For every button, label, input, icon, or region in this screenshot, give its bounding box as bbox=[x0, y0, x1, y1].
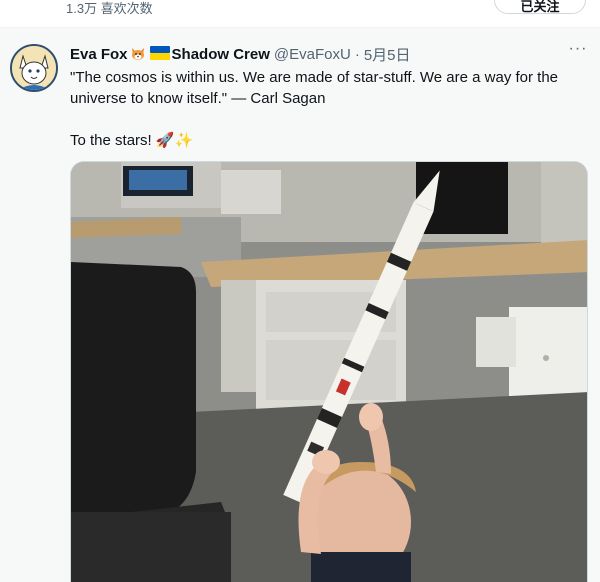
photo-child-holding-rocket-model bbox=[71, 162, 587, 582]
following-button[interactable]: 已关注 bbox=[494, 0, 586, 14]
tweet-photo[interactable] bbox=[70, 161, 588, 582]
more-options-icon[interactable]: ··· bbox=[568, 41, 588, 62]
previous-item-strip: 1.3万 喜欢次数 已关注 bbox=[0, 0, 600, 22]
tweet-quote: "The cosmos is within us. We are made of… bbox=[70, 69, 559, 107]
avatar[interactable] bbox=[10, 44, 58, 92]
separator-dot: · bbox=[354, 45, 360, 63]
fox-avatar-icon bbox=[12, 46, 56, 90]
tweet-text: "The cosmos is within us. We are made of… bbox=[70, 67, 588, 151]
display-name[interactable]: Eva Fox bbox=[70, 46, 128, 63]
tweet-caption: To the stars! 🚀✨ bbox=[70, 132, 194, 149]
likes-count[interactable]: 1.3万 喜欢次数 bbox=[66, 0, 153, 18]
tweet-date[interactable]: 5月5日 bbox=[364, 44, 411, 65]
fox-emoji-icon bbox=[130, 46, 146, 62]
tweet-header: Eva Fox Shadow Crew @EvaFoxU · 5月5日 bbox=[70, 44, 411, 64]
community-name[interactable]: Shadow Crew bbox=[172, 46, 270, 63]
user-handle[interactable]: @EvaFoxU bbox=[274, 46, 351, 63]
ukraine-flag-icon bbox=[149, 46, 170, 62]
tweet-card[interactable]: Eva Fox Shadow Crew @EvaFoxU · 5月5日 ··· bbox=[0, 28, 600, 582]
